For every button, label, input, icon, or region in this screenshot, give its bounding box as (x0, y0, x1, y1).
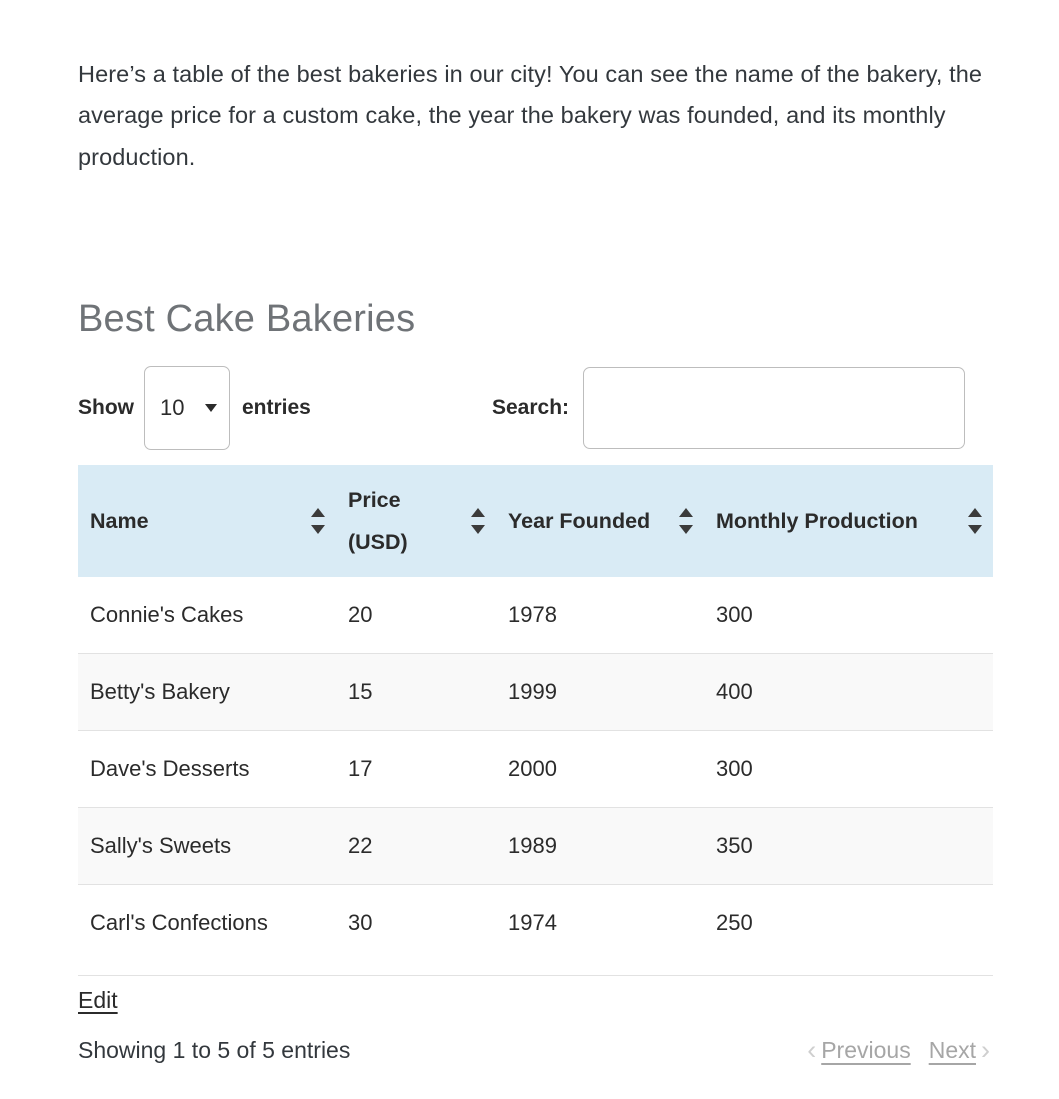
cell-price: 20 (348, 602, 373, 627)
column-header-monthly-production-label: Monthly Production (716, 509, 918, 533)
length-label-prefix: Show (78, 396, 134, 419)
search-input[interactable] (583, 367, 966, 449)
search-label: Search: (492, 396, 570, 419)
data-table-wrapper: Name Price (USD) Year Founded Monthly Pr… (78, 465, 993, 961)
length-label-suffix: entries (242, 396, 311, 419)
column-header-name-label: Name (90, 509, 149, 533)
cell-price: 17 (336, 730, 496, 808)
column-header-year-founded[interactable]: Year Founded (496, 465, 704, 577)
cell-year: 1978 (508, 602, 557, 627)
sort-desc-arrow-icon (471, 525, 485, 534)
entries-per-page-value: 10 (160, 395, 185, 420)
cell-name: Dave's Desserts (78, 730, 336, 808)
page-title: Best Cake Bakeries (78, 298, 416, 341)
sort-asc-arrow-icon (471, 508, 485, 517)
table-row: Sally's Sweets 22 1989 350 (78, 807, 993, 885)
intro-paragraph: Here’s a table of the best bakeries in o… (78, 60, 983, 170)
cell-production: 300 (704, 730, 993, 808)
cell-price: 30 (336, 884, 496, 961)
cell-production: 400 (704, 653, 993, 731)
sort-both-icon[interactable] (679, 508, 693, 534)
entries-per-page-select[interactable]: 10 (144, 366, 230, 450)
pagination: ‹ Previous Next › (804, 1031, 993, 1069)
previous-page-button[interactable]: Previous (819, 1031, 912, 1069)
cell-name: Sally's Sweets (78, 807, 336, 885)
bakeries-table: Name Price (USD) Year Founded Monthly Pr… (78, 465, 993, 961)
length-control: Show 10 entries (78, 360, 311, 456)
sort-both-icon[interactable] (471, 508, 485, 534)
cell-year: 2000 (496, 730, 704, 808)
cell-price: 15 (336, 653, 496, 731)
table-body: Connie's Cakes 20 1978 300 Betty's Baker… (78, 577, 993, 961)
sort-both-icon[interactable] (968, 508, 982, 534)
cell-price: 22 (336, 807, 496, 885)
cell-name: Betty's Bakery (78, 653, 336, 731)
table-header-row: Name Price (USD) Year Founded Monthly Pr… (78, 465, 993, 577)
column-header-price-label: Price (USD) (348, 488, 408, 554)
sort-asc-arrow-icon (968, 508, 982, 517)
cell-year: 1989 (496, 807, 704, 885)
table-row: Connie's Cakes 20 1978 300 (78, 577, 993, 654)
column-header-year-founded-label: Year Founded (508, 509, 651, 533)
cell-production: 350 (704, 807, 993, 885)
next-page-button[interactable]: Next (927, 1031, 978, 1069)
chevron-right-icon: › (981, 1034, 990, 1065)
cell-year: 1999 (496, 653, 704, 731)
sort-asc-arrow-icon (679, 508, 693, 517)
column-header-price[interactable]: Price (USD) (336, 465, 496, 577)
table-row: Carl's Confections 30 1974 250 (78, 884, 993, 961)
table-controls: Show 10 entries Search: (78, 360, 993, 456)
table-info: Showing 1 to 5 of 5 entries (78, 1037, 351, 1063)
caret-down-icon (205, 404, 217, 412)
search-control: Search: (492, 360, 966, 456)
chevron-left-icon: ‹ (807, 1034, 817, 1065)
sort-desc-arrow-icon (679, 525, 693, 534)
column-header-monthly-production[interactable]: Monthly Production (704, 465, 993, 577)
cell-production: 250 (704, 884, 993, 961)
cell-name: Connie's Cakes (90, 602, 244, 627)
column-header-name[interactable]: Name (78, 465, 336, 577)
table-bottom-divider (78, 975, 993, 976)
sort-asc-arrow-icon (311, 508, 325, 517)
cell-name: Carl's Confections (78, 884, 336, 961)
cell-production: 300 (716, 602, 753, 627)
table-row: Betty's Bakery 15 1999 400 (78, 653, 993, 731)
table-head: Name Price (USD) Year Founded Monthly Pr… (78, 465, 993, 577)
page-root: Here’s a table of the best bakeries in o… (0, 0, 1059, 1099)
sort-desc-arrow-icon (311, 525, 325, 534)
sort-both-icon[interactable] (311, 508, 325, 534)
cell-year: 1974 (496, 884, 704, 961)
edit-link[interactable]: Edit (78, 983, 118, 1017)
table-row: Dave's Desserts 17 2000 300 (78, 730, 993, 808)
sort-desc-arrow-icon (968, 525, 982, 534)
